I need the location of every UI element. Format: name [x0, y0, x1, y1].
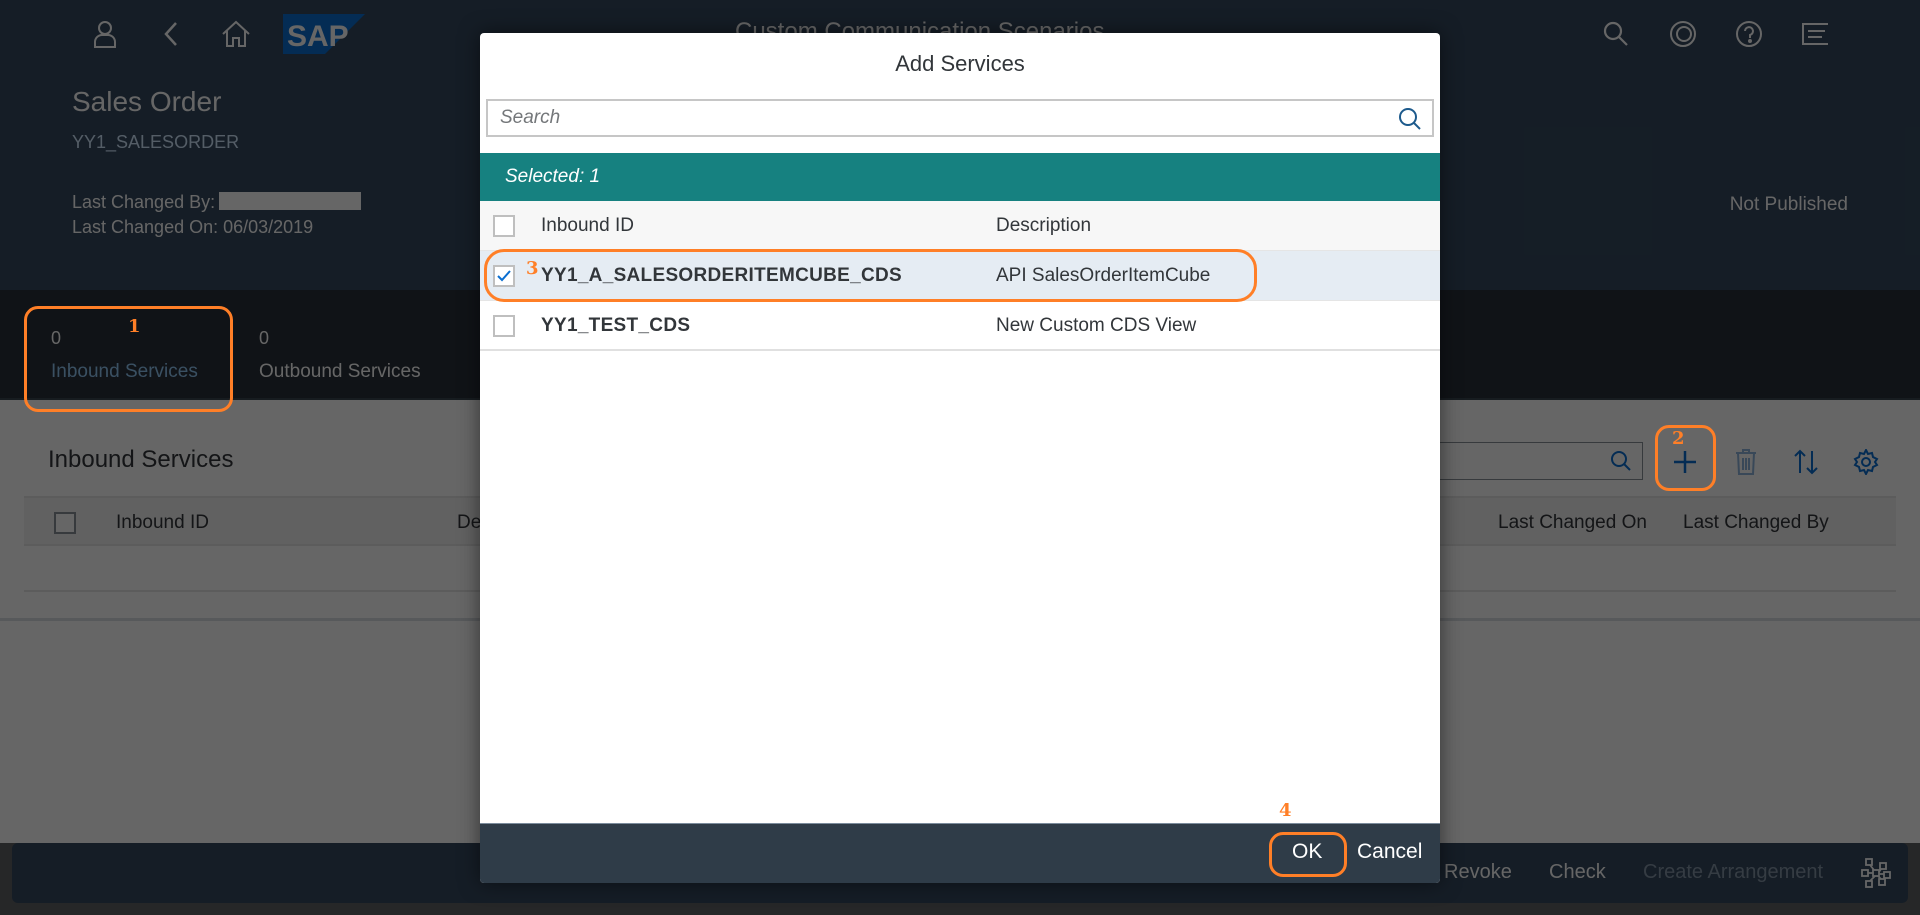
dialog-search-input[interactable]	[488, 101, 1432, 135]
annotation-number: 2	[1672, 428, 1685, 449]
list-item[interactable]: YY1_A_SALESORDERITEMCUBE_CDS API SalesOr…	[480, 251, 1440, 301]
selected-count: Selected: 1	[505, 166, 601, 187]
search-icon[interactable]	[1398, 107, 1422, 136]
dialog-table-header: Inbound ID Description	[480, 201, 1440, 251]
row-inbound-id: YY1_TEST_CDS	[541, 315, 691, 336]
add-services-dialog: Add Services Selected: 1 Inbound ID Desc…	[480, 33, 1440, 883]
annotation-number: 4	[1279, 800, 1292, 821]
select-all-checkbox[interactable]	[493, 215, 515, 237]
row-checkbox[interactable]	[493, 315, 515, 337]
column-description: Description	[996, 215, 1092, 236]
dialog-footer: OK Cancel	[480, 823, 1440, 883]
row-inbound-id: YY1_A_SALESORDERITEMCUBE_CDS	[541, 265, 903, 286]
ok-button[interactable]: OK	[1292, 840, 1322, 864]
row-checkbox-checked[interactable]	[493, 265, 515, 287]
checkmark-icon	[497, 270, 511, 282]
list-item[interactable]: YY1_TEST_CDS New Custom CDS View	[480, 301, 1440, 351]
dialog-search-field[interactable]	[486, 99, 1434, 137]
row-description: API SalesOrderItemCube	[996, 265, 1211, 286]
cancel-button[interactable]: Cancel	[1357, 840, 1422, 864]
row-description: New Custom CDS View	[996, 315, 1197, 336]
selected-info-bar: Selected: 1	[480, 153, 1440, 201]
dialog-title: Add Services	[895, 51, 1025, 76]
annotation-number: 1	[128, 316, 141, 337]
annotation-number: 3	[526, 258, 539, 279]
column-inbound-id: Inbound ID	[541, 215, 634, 236]
